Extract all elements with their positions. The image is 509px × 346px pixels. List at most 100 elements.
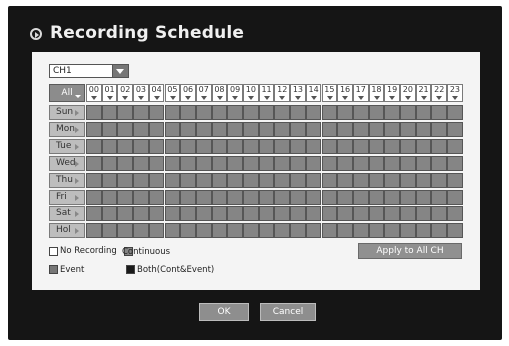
- schedule-cell[interactable]: [180, 138, 196, 154]
- schedule-cell[interactable]: [148, 138, 165, 154]
- hour-header-06[interactable]: 06: [180, 84, 196, 102]
- schedule-cell[interactable]: [117, 172, 134, 188]
- hour-header-20[interactable]: 20: [400, 84, 416, 102]
- hour-header-07[interactable]: 07: [195, 84, 212, 102]
- schedule-cell[interactable]: [133, 138, 149, 154]
- schedule-cell[interactable]: [195, 189, 212, 205]
- schedule-cell[interactable]: [243, 121, 259, 137]
- schedule-cell[interactable]: [101, 105, 118, 120]
- schedule-cell[interactable]: [337, 155, 353, 171]
- schedule-cell[interactable]: [321, 172, 338, 188]
- schedule-cell[interactable]: [227, 172, 243, 188]
- schedule-cell[interactable]: [164, 121, 181, 137]
- schedule-cell[interactable]: [86, 155, 102, 171]
- schedule-cell[interactable]: [180, 121, 196, 137]
- schedule-cell[interactable]: [337, 138, 353, 154]
- hour-header-00[interactable]: 00: [86, 84, 102, 102]
- schedule-cell[interactable]: [133, 189, 149, 205]
- schedule-cell[interactable]: [180, 206, 196, 222]
- schedule-cell[interactable]: [400, 155, 416, 171]
- schedule-cell[interactable]: [447, 189, 463, 205]
- schedule-cell[interactable]: [290, 223, 306, 239]
- schedule-cell[interactable]: [258, 121, 275, 137]
- schedule-cell[interactable]: [352, 138, 369, 154]
- schedule-cell[interactable]: [227, 138, 243, 154]
- hour-header-21[interactable]: 21: [415, 84, 432, 102]
- schedule-cell[interactable]: [195, 138, 212, 154]
- schedule-cell[interactable]: [305, 138, 322, 154]
- schedule-cell[interactable]: [164, 138, 181, 154]
- schedule-cell[interactable]: [305, 189, 322, 205]
- schedule-cell[interactable]: [352, 155, 369, 171]
- schedule-cell[interactable]: [274, 138, 291, 154]
- schedule-cell[interactable]: [305, 172, 322, 188]
- schedule-cell[interactable]: [384, 138, 400, 154]
- schedule-cell[interactable]: [243, 206, 259, 222]
- schedule-cell[interactable]: [305, 155, 322, 171]
- schedule-cell[interactable]: [368, 172, 385, 188]
- day-button-fri[interactable]: Fri: [49, 189, 85, 205]
- schedule-cell[interactable]: [290, 121, 306, 137]
- schedule-cell[interactable]: [368, 189, 385, 205]
- schedule-cell[interactable]: [258, 105, 275, 120]
- schedule-cell[interactable]: [290, 138, 306, 154]
- schedule-cell[interactable]: [243, 172, 259, 188]
- schedule-cell[interactable]: [400, 138, 416, 154]
- schedule-cell[interactable]: [305, 105, 322, 120]
- schedule-cell[interactable]: [447, 105, 463, 120]
- schedule-cell[interactable]: [164, 206, 181, 222]
- schedule-cell[interactable]: [117, 138, 134, 154]
- schedule-cell[interactable]: [86, 138, 102, 154]
- schedule-cell[interactable]: [117, 206, 134, 222]
- schedule-cell[interactable]: [352, 189, 369, 205]
- schedule-cell[interactable]: [431, 155, 448, 171]
- schedule-cell[interactable]: [321, 206, 338, 222]
- schedule-cell[interactable]: [101, 206, 118, 222]
- schedule-cell[interactable]: [368, 138, 385, 154]
- schedule-cell[interactable]: [164, 155, 181, 171]
- schedule-cell[interactable]: [86, 172, 102, 188]
- schedule-cell[interactable]: [180, 172, 196, 188]
- schedule-cell[interactable]: [133, 172, 149, 188]
- schedule-cell[interactable]: [133, 121, 149, 137]
- schedule-cell[interactable]: [211, 223, 228, 239]
- schedule-cell[interactable]: [180, 155, 196, 171]
- schedule-cell[interactable]: [211, 172, 228, 188]
- schedule-cell[interactable]: [258, 155, 275, 171]
- schedule-cell[interactable]: [337, 223, 353, 239]
- day-button-thu[interactable]: Thu: [49, 172, 85, 188]
- schedule-cell[interactable]: [258, 189, 275, 205]
- schedule-cell[interactable]: [447, 206, 463, 222]
- schedule-cell[interactable]: [337, 172, 353, 188]
- schedule-cell[interactable]: [431, 206, 448, 222]
- schedule-cell[interactable]: [243, 189, 259, 205]
- all-button[interactable]: All: [49, 84, 85, 102]
- schedule-cell[interactable]: [352, 223, 369, 239]
- chevron-down-icon[interactable]: [112, 65, 128, 77]
- schedule-cell[interactable]: [415, 172, 432, 188]
- schedule-cell[interactable]: [211, 105, 228, 120]
- schedule-cell[interactable]: [195, 172, 212, 188]
- schedule-cell[interactable]: [290, 189, 306, 205]
- schedule-cell[interactable]: [337, 189, 353, 205]
- day-button-wed[interactable]: Wed: [49, 155, 85, 171]
- schedule-cell[interactable]: [148, 105, 165, 120]
- schedule-cell[interactable]: [290, 155, 306, 171]
- schedule-cell[interactable]: [164, 172, 181, 188]
- schedule-cell[interactable]: [321, 189, 338, 205]
- hour-header-22[interactable]: 22: [431, 84, 448, 102]
- schedule-cell[interactable]: [274, 206, 291, 222]
- schedule-cell[interactable]: [117, 189, 134, 205]
- schedule-cell[interactable]: [101, 138, 118, 154]
- schedule-cell[interactable]: [101, 189, 118, 205]
- schedule-cell[interactable]: [133, 155, 149, 171]
- schedule-cell[interactable]: [415, 138, 432, 154]
- hour-header-05[interactable]: 05: [164, 84, 181, 102]
- schedule-cell[interactable]: [164, 223, 181, 239]
- hour-header-01[interactable]: 01: [101, 84, 118, 102]
- hour-header-19[interactable]: 19: [384, 84, 400, 102]
- schedule-cell[interactable]: [195, 206, 212, 222]
- schedule-cell[interactable]: [133, 206, 149, 222]
- schedule-cell[interactable]: [431, 121, 448, 137]
- hour-header-17[interactable]: 17: [352, 84, 369, 102]
